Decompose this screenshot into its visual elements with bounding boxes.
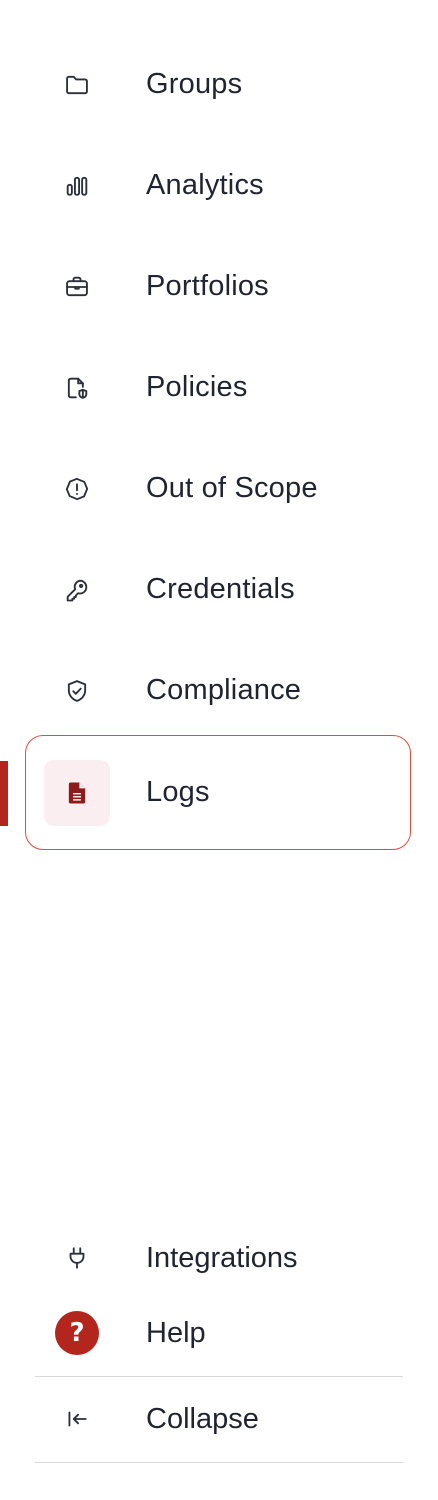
sidebar-item-label: Policies xyxy=(146,371,248,403)
sidebar-item-analytics[interactable]: Analytics xyxy=(0,135,438,236)
sidebar-item-label: Credentials xyxy=(146,573,295,605)
sidebar-item-label: Analytics xyxy=(146,169,264,201)
help-label: Help xyxy=(146,1317,206,1349)
sidebar-item-label: Groups xyxy=(146,68,243,100)
sidebar-item-policies[interactable]: Policies xyxy=(0,337,438,438)
help-button[interactable]: ? Help xyxy=(0,1295,438,1371)
help-glyph: ? xyxy=(55,1311,99,1355)
integrations-label: Integrations xyxy=(146,1242,298,1274)
sidebar-item-label: Compliance xyxy=(146,674,302,706)
collapse-label: Collapse xyxy=(146,1403,259,1435)
bar-chart-icon xyxy=(44,153,110,219)
alert-octagon-icon xyxy=(44,456,110,522)
file-text-icon xyxy=(44,760,110,826)
sidebar-item-label: Portfolios xyxy=(146,270,269,302)
sidebar-item-groups[interactable]: Groups xyxy=(0,34,438,135)
collapse-left-icon xyxy=(55,1397,99,1441)
help-icon: ? xyxy=(55,1311,99,1355)
shield-check-icon xyxy=(44,658,110,724)
document-shield-icon xyxy=(44,355,110,421)
sidebar-item-logs[interactable]: Logs xyxy=(0,734,438,852)
sidebar-item-portfolios[interactable]: Portfolios xyxy=(0,236,438,337)
plug-icon xyxy=(55,1236,99,1280)
key-icon xyxy=(44,557,110,623)
sidebar: Groups Analytics Portfolios Policies Out… xyxy=(0,0,438,1500)
divider xyxy=(35,1462,403,1463)
divider xyxy=(35,1376,403,1377)
sidebar-item-out-of-scope[interactable]: Out of Scope xyxy=(0,438,438,539)
collapse-button[interactable]: Collapse xyxy=(0,1381,438,1457)
folder-icon xyxy=(44,52,110,118)
sidebar-item-compliance[interactable]: Compliance xyxy=(0,640,438,741)
sidebar-item-label: Out of Scope xyxy=(146,472,318,504)
sidebar-item-credentials[interactable]: Credentials xyxy=(0,539,438,640)
briefcase-icon xyxy=(44,254,110,320)
integrations-button[interactable]: Integrations xyxy=(0,1220,438,1296)
sidebar-item-label: Logs xyxy=(146,776,210,808)
